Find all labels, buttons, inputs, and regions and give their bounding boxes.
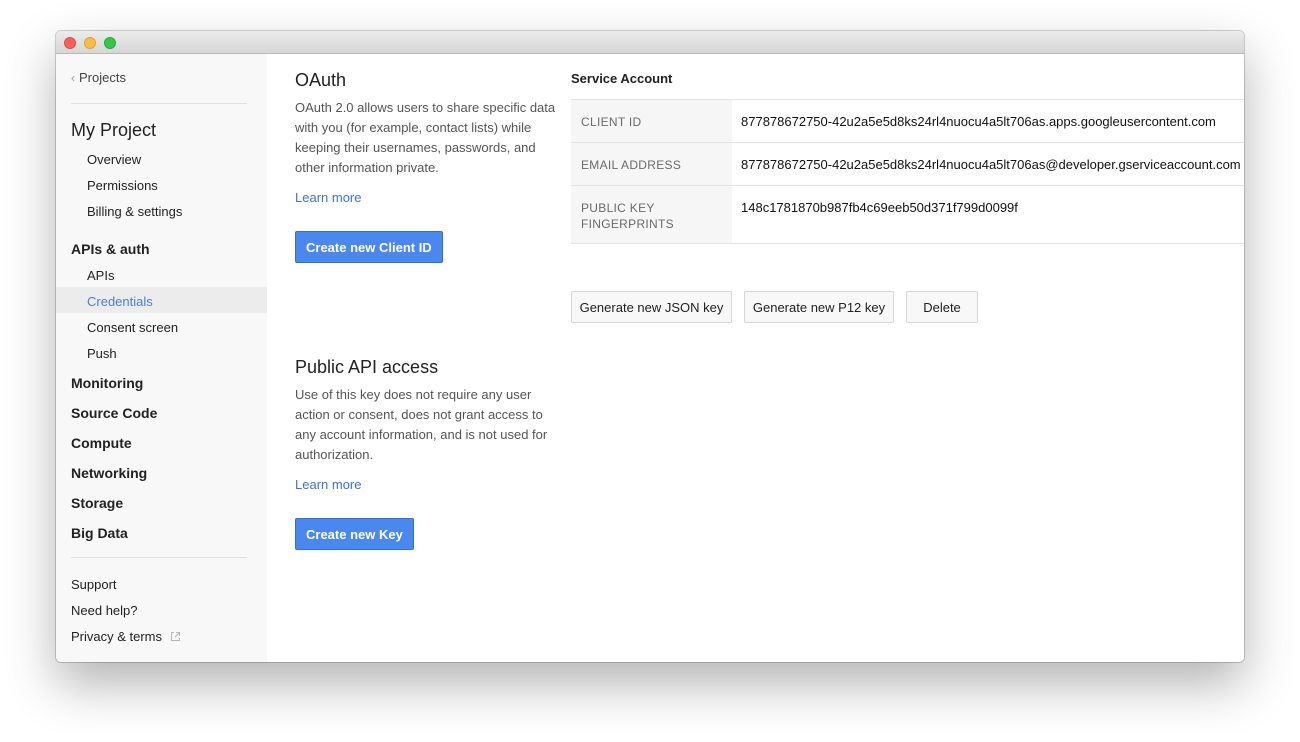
public-api-learn-more-link[interactable]: Learn more — [295, 477, 361, 492]
public-api-description: Use of this key does not require any use… — [295, 387, 548, 462]
table-row: CLIENT ID 877878672750-42u2a5e5d8ks24rl4… — [571, 100, 1244, 143]
oauth-description: OAuth 2.0 allows users to share specific… — [295, 100, 556, 175]
support-link[interactable]: Support — [71, 577, 117, 592]
maximize-window-button[interactable] — [104, 37, 116, 49]
sidebar-item-overview[interactable]: Overview — [87, 152, 141, 167]
delete-button[interactable]: Delete — [906, 291, 978, 323]
sidebar-item-consent-screen[interactable]: Consent screen — [87, 320, 178, 335]
sidebar-divider — [71, 103, 247, 104]
close-window-button[interactable] — [64, 37, 76, 49]
browser-window: ‹ Projects My Project Overview Permission… — [56, 31, 1244, 662]
generate-json-key-button[interactable]: Generate new JSON key — [571, 291, 732, 323]
create-client-id-button[interactable]: Create new Client ID — [295, 231, 443, 263]
privacy-terms-label: Privacy & terms — [71, 629, 163, 644]
public-api-title: Public API access — [295, 357, 439, 377]
fingerprints-label: PUBLIC KEY FINGERPRINTS — [571, 186, 732, 243]
sidebar: ‹ Projects My Project Overview Permission… — [56, 54, 267, 662]
sidebar-divider — [71, 557, 247, 558]
service-account-title: Service Account — [571, 71, 673, 86]
main-content: OAuth OAuth 2.0 allows users to share sp… — [267, 54, 1244, 662]
client-id-value: 877878672750-42u2a5e5d8ks24rl4nuocu4a5lt… — [741, 114, 1216, 129]
sidebar-section-monitoring[interactable]: Monitoring — [71, 375, 143, 391]
table-row: PUBLIC KEY FINGERPRINTS 148c1781870b987f… — [571, 186, 1244, 244]
window-titlebar — [56, 31, 1244, 54]
sidebar-section-source-code[interactable]: Source Code — [71, 405, 157, 421]
generate-p12-key-button[interactable]: Generate new P12 key — [744, 291, 894, 323]
sidebar-section-compute[interactable]: Compute — [71, 435, 132, 451]
oauth-title: OAuth — [295, 70, 347, 90]
fingerprints-value: 148c1781870b987fb4c69eeb50d371f799d0099f — [741, 200, 1018, 215]
sidebar-item-push[interactable]: Push — [87, 346, 117, 361]
external-link-icon — [170, 630, 181, 645]
sidebar-item-credentials[interactable]: Credentials — [87, 294, 153, 309]
client-id-label: CLIENT ID — [571, 100, 732, 142]
project-name[interactable]: My Project — [71, 120, 156, 141]
sidebar-item-apis[interactable]: APIs — [87, 268, 114, 283]
table-row: EMAIL ADDRESS 877878672750-42u2a5e5d8ks2… — [571, 143, 1244, 186]
need-help-link[interactable]: Need help? — [71, 603, 138, 618]
sidebar-item-billing[interactable]: Billing & settings — [87, 204, 182, 219]
create-key-button[interactable]: Create new Key — [295, 518, 414, 550]
sidebar-item-permissions[interactable]: Permissions — [87, 178, 158, 193]
oauth-learn-more-link[interactable]: Learn more — [295, 190, 361, 205]
sidebar-section-storage[interactable]: Storage — [71, 495, 123, 511]
back-label: Projects — [79, 70, 126, 85]
email-address-label: EMAIL ADDRESS — [571, 143, 732, 185]
minimize-window-button[interactable] — [84, 37, 96, 49]
sidebar-heading-apis-auth[interactable]: APIs & auth — [71, 241, 150, 257]
chevron-left-icon: ‹ — [71, 71, 75, 85]
sidebar-section-big-data[interactable]: Big Data — [71, 525, 128, 541]
service-account-table: CLIENT ID 877878672750-42u2a5e5d8ks24rl4… — [571, 99, 1244, 244]
privacy-terms-link[interactable]: Privacy & terms — [71, 629, 181, 645]
back-to-projects-link[interactable]: ‹ Projects — [71, 70, 126, 85]
sidebar-section-networking[interactable]: Networking — [71, 465, 147, 481]
email-address-value: 877878672750-42u2a5e5d8ks24rl4nuocu4a5lt… — [741, 157, 1241, 172]
